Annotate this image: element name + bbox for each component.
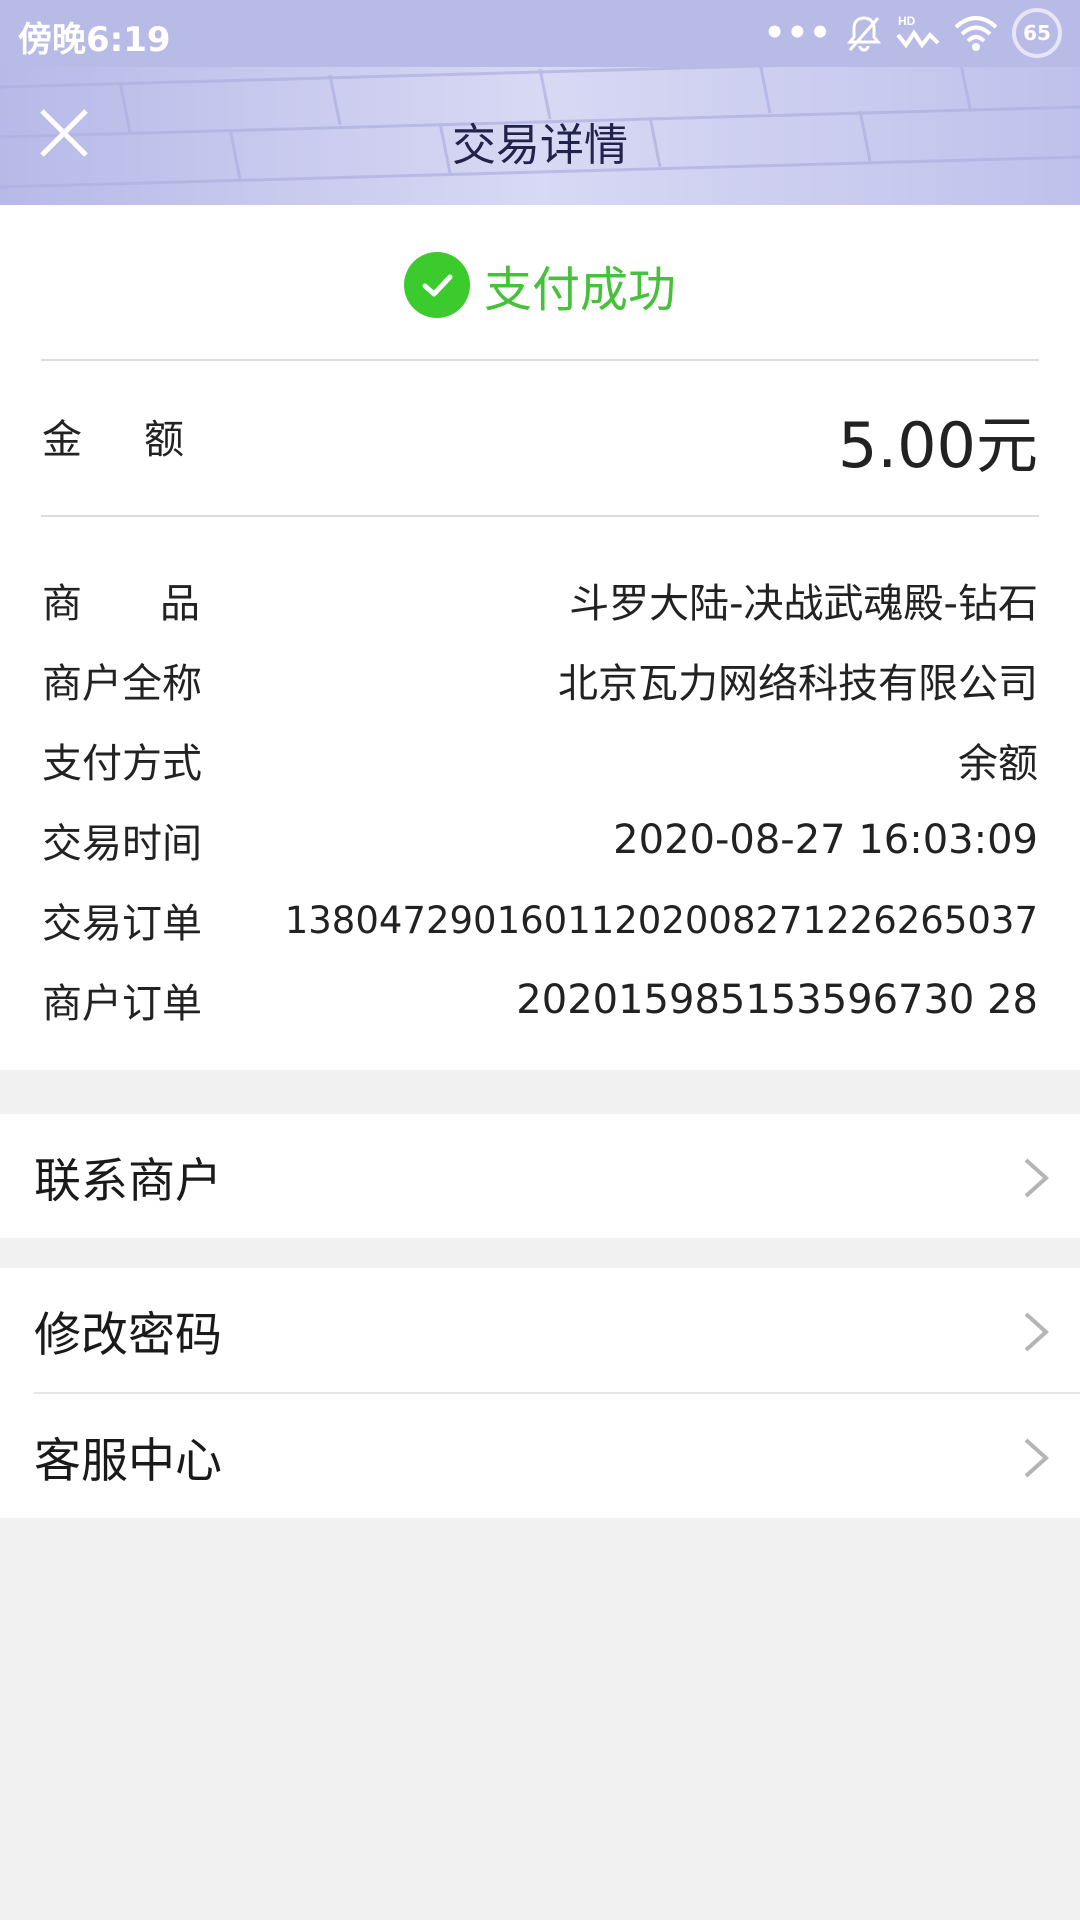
customer-service-item[interactable]: 客服中心 [0, 1394, 1080, 1518]
chevron-right-icon [1024, 1438, 1049, 1478]
detail-row-transaction-id: 交易订单 13804729016011202008271226265037 [42, 880, 1038, 960]
chevron-right-icon [1024, 1158, 1049, 1198]
chevron-right-icon [1024, 1312, 1049, 1352]
wifi-icon [954, 16, 998, 51]
detail-row-merchant-order: 商户订单 202015985153596730 28 [42, 960, 1038, 1040]
header-bar: 交易详情 [0, 67, 1080, 205]
contact-merchant-item[interactable]: 联系商户 [0, 1114, 1080, 1238]
menu-group-settings: 修改密码 客服中心 [0, 1268, 1080, 1518]
transaction-detail-card: 支付成功 金额 5.00元 商品 斗罗大陆-决战武魂殿-钻石 商户全称 北京瓦力… [0, 205, 1080, 1070]
detail-value: 北京瓦力网络科技有限公司 [558, 661, 1038, 707]
change-password-item[interactable]: 修改密码 [0, 1268, 1080, 1392]
menu-item-label: 客服中心 [34, 1433, 222, 1489]
detail-label: 商品 [42, 581, 278, 627]
payment-status: 支付成功 [0, 245, 1080, 325]
svg-text:HD: HD [898, 14, 916, 28]
status-text: 支付成功 [483, 262, 676, 318]
detail-row-product: 商品 斗罗大陆-决战武魂殿-钻石 [42, 560, 1038, 640]
detail-row-time: 交易时间 2020-08-27 16:03:09 [42, 800, 1038, 880]
menu-item-label: 修改密码 [34, 1307, 222, 1363]
detail-label: 支付方式 [42, 741, 202, 787]
detail-value: 余额 [958, 741, 1038, 787]
amount-value: 5.00元 [837, 409, 1038, 482]
detail-label: 商户全称 [42, 661, 202, 707]
amount-label: 金额 [42, 417, 246, 463]
menu-item-label: 联系商户 [34, 1153, 222, 1209]
battery-icon: 65 [1012, 8, 1062, 58]
battery-level: 65 [1023, 21, 1051, 45]
detail-row-merchant: 商户全称 北京瓦力网络科技有限公司 [42, 640, 1038, 720]
detail-value[interactable]: 202015985153596730 28 [516, 977, 1038, 1023]
status-icons: ••• HD 65 [764, 8, 1062, 58]
detail-label: 交易订单 [42, 901, 202, 947]
detail-value: 斗罗大陆-决战武魂殿-钻石 [569, 581, 1038, 627]
detail-label: 交易时间 [42, 821, 202, 867]
status-bar: 傍晚6:19 ••• HD 65 [0, 0, 1080, 67]
divider [41, 515, 1039, 517]
page-title: 交易详情 [452, 120, 628, 171]
hd-signal-icon: HD [896, 14, 940, 49]
divider [41, 359, 1039, 361]
status-time: 傍晚6:19 [18, 20, 171, 60]
detail-value: 2020-08-27 16:03:09 [613, 817, 1038, 863]
bell-off-icon [846, 16, 882, 52]
detail-list: 商品 斗罗大陆-决战武魂殿-钻石 商户全称 北京瓦力网络科技有限公司 支付方式 … [42, 560, 1038, 1040]
menu-group-contact: 联系商户 [0, 1114, 1080, 1238]
detail-label: 商户订单 [42, 981, 202, 1027]
detail-value[interactable]: 13804729016011202008271226265037 [285, 899, 1038, 942]
check-circle-icon [403, 252, 470, 318]
detail-row-payment-method: 支付方式 余额 [42, 720, 1038, 800]
more-dots-icon: ••• [763, 13, 832, 53]
